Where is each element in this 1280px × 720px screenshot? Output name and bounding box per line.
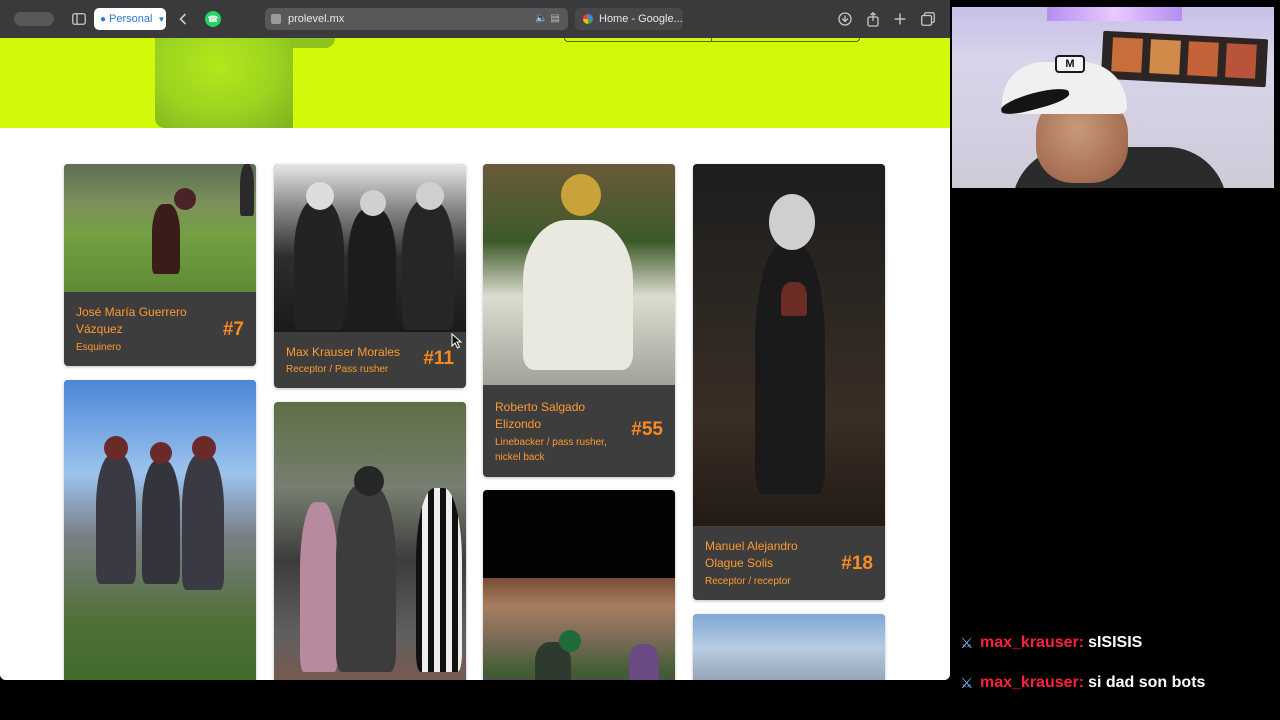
player-card[interactable] bbox=[274, 402, 466, 680]
profile-button[interactable]: ● Personal ▼ bbox=[94, 8, 166, 30]
tab-google-home[interactable]: Home - Google... bbox=[575, 8, 683, 30]
player-caption: Roberto Salgado Elizondo Linebacker / pa… bbox=[483, 385, 675, 477]
player-caption: Manuel Alejandro Olague Solis Receptor /… bbox=[693, 526, 885, 600]
chat-text: sISISIS bbox=[1088, 634, 1143, 651]
audio-icon[interactable]: 🔈 ▤ bbox=[535, 13, 560, 24]
chat-username: max_krauser: bbox=[980, 634, 1085, 651]
site-favicon-icon bbox=[271, 14, 281, 24]
chat-text: si dad son bots bbox=[1088, 674, 1206, 691]
player-number: #18 bbox=[841, 553, 873, 574]
player-card[interactable]: José María Guerrero Vázquez Esquinero #7 bbox=[64, 164, 256, 366]
chat-username: max_krauser: bbox=[980, 674, 1085, 691]
player-role: Receptor / receptor bbox=[705, 576, 791, 587]
hero-button-group[interactable] bbox=[564, 38, 860, 42]
new-tab-icon[interactable] bbox=[891, 10, 909, 28]
player-role: Esquinero bbox=[76, 342, 122, 353]
back-icon[interactable] bbox=[174, 10, 192, 28]
sword-badge-icon: ⚔ bbox=[960, 675, 974, 692]
player-name: Manuel Alejandro Olague Solis bbox=[705, 539, 798, 570]
player-card[interactable] bbox=[64, 380, 256, 680]
player-role: Linebacker / pass rusher, nickel back bbox=[495, 437, 607, 463]
player-photo bbox=[64, 380, 256, 680]
browser-toolbar: ● Personal ▼ ☎ prolevel.mx 🔈 ▤ Home - Go… bbox=[0, 0, 950, 38]
player-photo bbox=[483, 578, 675, 680]
player-name: Roberto Salgado Elizondo bbox=[495, 400, 586, 431]
player-photo bbox=[274, 402, 466, 680]
wall-shelf bbox=[1100, 30, 1269, 88]
web-page: José María Guerrero Vázquez Esquinero #7 bbox=[0, 38, 950, 680]
mouse-cursor-icon bbox=[451, 333, 463, 349]
hero-banner bbox=[0, 38, 950, 128]
hero-player-arm bbox=[290, 38, 335, 48]
hero-player-image bbox=[155, 38, 293, 128]
tab-label: Home - Google... bbox=[599, 13, 683, 25]
player-caption: José María Guerrero Vázquez Esquinero #7 bbox=[64, 292, 256, 366]
player-card[interactable]: Manuel Alejandro Olague Solis Receptor /… bbox=[693, 164, 885, 600]
player-number: #11 bbox=[423, 348, 454, 369]
player-photo bbox=[693, 614, 885, 680]
player-number: #55 bbox=[631, 419, 663, 440]
tabs-overview-icon[interactable] bbox=[919, 10, 937, 28]
google-icon bbox=[583, 14, 593, 24]
player-photo bbox=[693, 164, 885, 526]
browser-window: ● Personal ▼ ☎ prolevel.mx 🔈 ▤ Home - Go… bbox=[0, 0, 950, 680]
player-card[interactable] bbox=[483, 490, 675, 680]
player-photo bbox=[483, 164, 675, 385]
download-icon[interactable] bbox=[836, 10, 854, 28]
sword-badge-icon: ⚔ bbox=[960, 635, 974, 652]
chat-message: ⚔ max_krauser: si dad son bots bbox=[960, 673, 1205, 693]
sidebar-icon[interactable] bbox=[70, 10, 88, 28]
address-bar[interactable]: prolevel.mx 🔈 ▤ bbox=[265, 8, 568, 30]
light-bar bbox=[1047, 7, 1182, 21]
person-icon: ● bbox=[100, 13, 107, 25]
webcam-feed: M bbox=[952, 7, 1274, 188]
player-number: #7 bbox=[222, 319, 244, 340]
cap-logo-icon: M bbox=[1055, 55, 1085, 73]
share-icon[interactable] bbox=[864, 10, 882, 28]
player-name: José María Guerrero Vázquez bbox=[76, 305, 187, 336]
chevron-down-icon: ▼ bbox=[157, 14, 166, 24]
window-controls[interactable] bbox=[14, 12, 54, 26]
player-card[interactable]: Roberto Salgado Elizondo Linebacker / pa… bbox=[483, 164, 675, 477]
player-name: Max Krauser Morales bbox=[286, 345, 401, 359]
address-url: prolevel.mx bbox=[288, 13, 345, 25]
profile-label: Personal bbox=[109, 13, 153, 25]
player-card[interactable]: Max Krauser Morales Receptor / Pass rush… bbox=[274, 164, 466, 388]
player-photo-top bbox=[483, 490, 675, 578]
player-role: Receptor / Pass rusher bbox=[286, 364, 389, 375]
screen: ● Personal ▼ ☎ prolevel.mx 🔈 ▤ Home - Go… bbox=[0, 0, 1280, 720]
hero-button-divider bbox=[711, 38, 712, 42]
player-photo bbox=[274, 164, 466, 332]
player-card[interactable] bbox=[693, 614, 885, 680]
whatsapp-icon[interactable]: ☎ bbox=[205, 11, 221, 27]
player-caption: Max Krauser Morales Receptor / Pass rush… bbox=[274, 332, 466, 388]
chat-message: ⚔ max_krauser: sISISIS bbox=[960, 633, 1142, 653]
player-photo bbox=[64, 164, 256, 292]
